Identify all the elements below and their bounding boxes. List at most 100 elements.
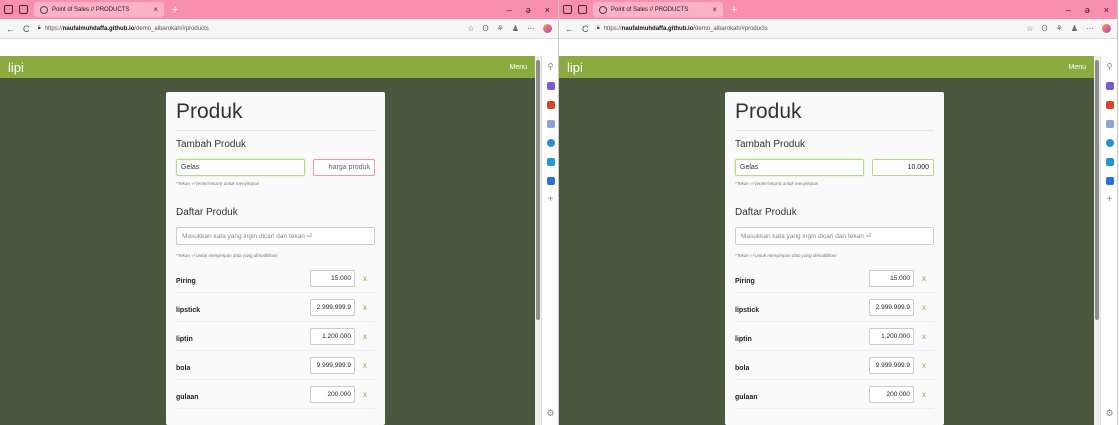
browser-tab[interactable]: Point of Sales // PRODUCTS × <box>593 2 723 17</box>
back-icon[interactable]: ← <box>6 24 15 34</box>
tag-icon[interactable] <box>1105 82 1114 90</box>
list-item: liptin 1.200.000 x <box>176 323 375 351</box>
search-input[interactable]: Masukkan kata yang ingin dicari dan teka… <box>176 227 375 245</box>
url-domain: naufalmuhdaffa.github.io <box>62 25 135 32</box>
url-field[interactable]: 🔒︎ https://naufalmuhdaffa.github.io/demo… <box>597 25 1019 32</box>
minimize-icon[interactable]: – <box>507 5 512 15</box>
browser-tab[interactable]: Point of Sales // PRODUCTS × <box>34 2 164 17</box>
new-tab-icon[interactable]: + <box>172 4 178 16</box>
product-name-input[interactable]: Gelas <box>735 159 865 176</box>
shield-icon[interactable]: ʘ <box>482 24 488 33</box>
send-icon[interactable] <box>546 177 555 185</box>
back-icon[interactable]: ← <box>565 24 574 34</box>
item-price-input[interactable]: 2.999.999.9 <box>310 299 355 316</box>
tab-list-icon[interactable] <box>578 5 587 14</box>
item-price-input[interactable]: 15.000 <box>310 270 355 287</box>
add-icon[interactable]: + <box>1107 195 1113 205</box>
new-tab-icon[interactable]: + <box>731 4 737 16</box>
screens: Point of Sales // PRODUCTS × + – ə × ← C… <box>0 0 1119 425</box>
search-icon[interactable]: ⚲ <box>548 62 554 71</box>
menu-button[interactable]: Menu <box>509 64 527 71</box>
list-item: bola 9.999.999.9 x <box>735 352 934 380</box>
item-name: gulaan <box>176 394 199 401</box>
shopping-bag-icon[interactable] <box>1105 101 1114 109</box>
delete-icon[interactable]: x <box>355 361 375 370</box>
product-price-input[interactable]: 10.000 <box>872 159 934 176</box>
games-icon[interactable] <box>546 158 555 166</box>
delete-icon[interactable]: x <box>914 274 934 283</box>
close-tab-icon[interactable]: × <box>712 5 717 14</box>
product-name-input[interactable]: Gelas <box>176 159 306 176</box>
delete-icon[interactable]: x <box>355 390 375 399</box>
item-name: bola <box>735 365 750 372</box>
brand-logo[interactable]: lipi <box>8 60 24 75</box>
delete-icon[interactable]: x <box>914 361 934 370</box>
add-product-heading: Tambah Produk <box>735 139 806 150</box>
profile-icon[interactable]: ♟ <box>512 24 519 33</box>
settings-icon[interactable]: ⚙ <box>1105 408 1113 419</box>
reload-icon[interactable]: C <box>23 24 30 34</box>
search-icon[interactable]: ⚲ <box>1107 62 1113 71</box>
more-icon[interactable]: ⋯ <box>1086 24 1094 33</box>
url-field[interactable]: 🔒︎ https://naufalmuhdaffa.github.io/demo… <box>38 25 460 32</box>
menu-button[interactable]: Menu <box>1068 64 1086 71</box>
restore-icon[interactable]: ə <box>1085 5 1090 15</box>
tab-list-icon[interactable] <box>19 5 28 14</box>
send-icon[interactable] <box>1105 177 1114 185</box>
item-price-input[interactable]: 200.000 <box>310 386 355 403</box>
copilot-sidebar-icon[interactable] <box>546 139 555 147</box>
copilot-icon[interactable] <box>1102 24 1111 33</box>
item-price-input[interactable]: 200.000 <box>869 386 914 403</box>
delete-icon[interactable]: x <box>355 332 375 341</box>
add-icon[interactable]: + <box>548 195 554 205</box>
item-price-input[interactable]: 1.200.000 <box>310 328 355 345</box>
delete-icon[interactable]: x <box>914 390 934 399</box>
star-icon[interactable]: ☆ <box>467 24 474 33</box>
add-product-heading: Tambah Produk <box>176 139 247 150</box>
list-hint: *Tekan ⏎ untuk menyimpan data yang dimod… <box>176 253 278 258</box>
shield-icon[interactable]: ʘ <box>1041 24 1047 33</box>
more-icon[interactable]: ⋯ <box>527 24 535 33</box>
item-price-input[interactable]: 2.999.999.9 <box>869 299 914 316</box>
people-icon[interactable] <box>546 120 555 128</box>
star-icon[interactable]: ☆ <box>1026 24 1033 33</box>
delete-icon[interactable]: x <box>355 303 375 312</box>
item-price-input[interactable]: 15.000 <box>869 270 914 287</box>
minimize-icon[interactable]: – <box>1066 5 1071 15</box>
copilot-sidebar-icon[interactable] <box>1105 139 1114 147</box>
product-card: Produk Tambah Produk Gelas harga produk … <box>166 92 385 425</box>
url-path: /demo_albarokah/#products <box>134 25 209 32</box>
people-icon[interactable] <box>1105 120 1114 128</box>
item-price-input[interactable]: 9.999.999.9 <box>869 357 914 374</box>
copilot-icon[interactable] <box>543 24 552 33</box>
close-window-icon[interactable]: × <box>1104 5 1109 15</box>
item-price-input[interactable]: 1.200.000 <box>869 328 914 345</box>
favorites-icon[interactable]: ⚘ <box>497 24 504 33</box>
favorites-icon[interactable]: ⚘ <box>1056 24 1063 33</box>
globe-icon <box>599 5 607 14</box>
close-window-icon[interactable]: × <box>545 5 550 15</box>
brand-logo[interactable]: lipi <box>567 60 583 75</box>
profile-icon[interactable]: ♟ <box>1071 24 1078 33</box>
reload-icon[interactable]: C <box>582 24 589 34</box>
item-price-input[interactable]: 9.999.999.9 <box>310 357 355 374</box>
tag-icon[interactable] <box>546 82 555 90</box>
list-item: gulaan 200.000 x <box>735 381 934 409</box>
lock-icon: 🔒︎ <box>37 25 41 31</box>
shopping-bag-icon[interactable] <box>546 101 555 109</box>
games-icon[interactable] <box>1105 158 1114 166</box>
sidebar-toggle-icon[interactable] <box>4 5 13 14</box>
delete-icon[interactable]: x <box>914 303 934 312</box>
settings-icon[interactable]: ⚙ <box>546 408 554 419</box>
tab-title: Point of Sales // PRODUCTS <box>52 6 130 13</box>
product-price-input[interactable]: harga produk <box>313 159 375 176</box>
scrollbar-thumb[interactable] <box>1095 60 1099 320</box>
delete-icon[interactable]: x <box>355 274 375 283</box>
item-name: Piring <box>735 278 755 285</box>
scrollbar-thumb[interactable] <box>536 60 540 320</box>
search-input[interactable]: Masukkan kata yang ingin dicari dan teka… <box>735 227 934 245</box>
restore-icon[interactable]: ə <box>526 5 531 15</box>
close-tab-icon[interactable]: × <box>153 5 158 14</box>
sidebar-toggle-icon[interactable] <box>563 5 572 14</box>
delete-icon[interactable]: x <box>914 332 934 341</box>
